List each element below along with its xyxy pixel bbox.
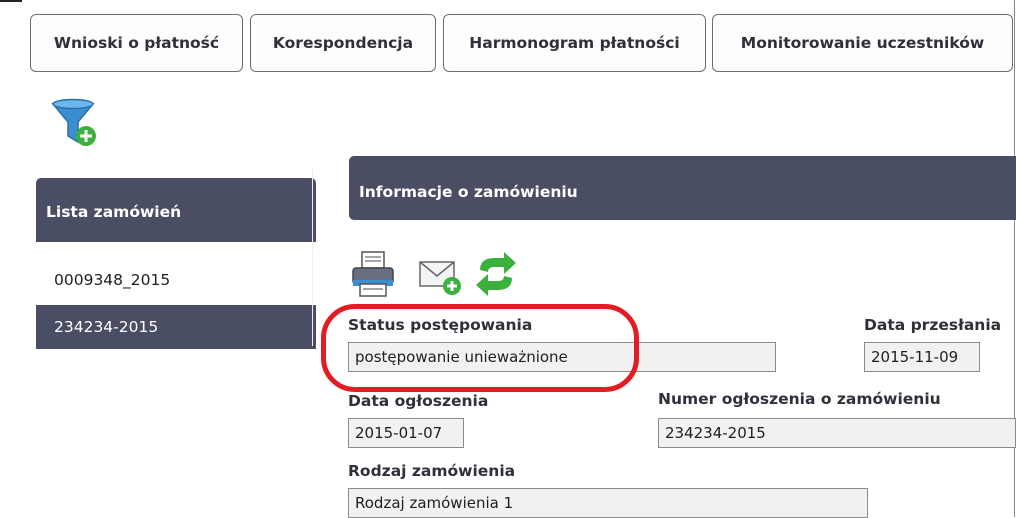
order-list-item-label: 234234-2015 [54,318,159,336]
tab-monitorowanie-uczestnikow[interactable]: Monitorowanie uczestników [712,14,1013,72]
order-list-title: Lista zamówień [46,203,182,221]
order-list-header: Lista zamówień [36,178,316,242]
mail-add-icon[interactable] [418,256,464,302]
printer-icon[interactable] [350,250,396,302]
announcement-date-field[interactable]: 2015-01-07 [348,418,464,448]
announcement-number-label: Numer ogłoszenia o zamówieniu [658,390,941,408]
submission-date-field[interactable]: 2015-11-09 [864,342,980,372]
refresh-icon[interactable] [474,250,518,302]
sidebar-divider [312,170,313,346]
status-label: Status postępowania [348,316,533,334]
tab-harmonogram-platnosci[interactable]: Harmonogram płatności [443,14,706,72]
tab-label: Monitorowanie uczestników [740,34,985,52]
announcement-number-field[interactable]: 234234-2015 [658,418,1016,448]
order-info-header: Informacje o zamówieniu [349,156,1016,220]
order-type-label: Rodzaj zamówienia [348,462,516,480]
order-info-title: Informacje o zamówieniu [359,183,578,201]
tab-korespondencja[interactable]: Korespondencja [250,14,436,72]
tab-label: Harmonogram płatności [469,34,680,52]
status-field[interactable]: postępowanie unieważnione [348,342,776,372]
order-list-item[interactable]: 0009348_2015 [36,258,316,302]
announcement-date-label: Data ogłoszenia [348,392,489,410]
order-type-field[interactable]: Rodzaj zamówienia 1 [348,488,868,518]
top-divider [0,0,22,2]
filter-add-icon[interactable] [50,98,98,148]
tab-label: Wnioski o płatność [53,34,220,52]
tab-label: Korespondencja [272,34,414,52]
submission-date-label: Data przesłania [864,316,1002,334]
order-list-item-label: 0009348_2015 [54,271,171,289]
tab-wnioski-o-platnosc[interactable]: Wnioski o płatność [30,14,243,72]
order-list-item-selected[interactable]: 234234-2015 [36,305,316,349]
